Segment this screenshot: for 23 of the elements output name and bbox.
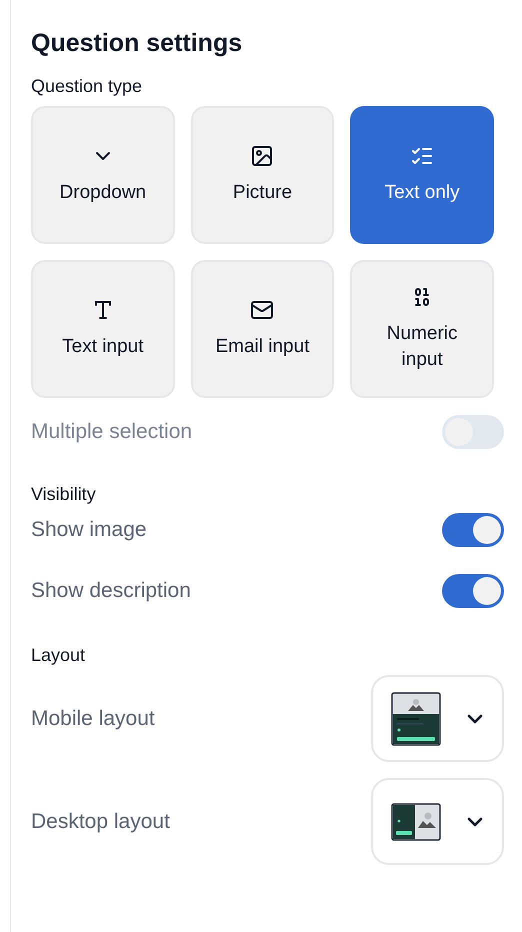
question-type-option[interactable]: Picture	[190, 106, 334, 244]
question-type-option[interactable]: Text input	[31, 260, 175, 398]
section-label: Question type	[31, 75, 144, 98]
setting-label: Show description	[31, 578, 191, 604]
toggle-switch[interactable]	[442, 513, 504, 547]
setting-label: Multiple selection	[31, 419, 192, 446]
setting-label: Desktop layout	[31, 808, 170, 835]
section-label: Layout	[31, 644, 86, 667]
setting-label: Show image	[31, 517, 147, 544]
image-icon	[250, 144, 274, 168]
question-type-option[interactable]: Dropdown	[31, 106, 175, 244]
layout-select[interactable]	[371, 778, 504, 865]
layout-preview-icon	[391, 802, 441, 840]
toggle-switch[interactable]	[442, 574, 504, 608]
question-type-option[interactable]: Email input	[190, 260, 334, 398]
envelope-icon	[250, 298, 274, 322]
layout-preview-icon	[391, 692, 441, 746]
setting-label: Mobile layout	[31, 706, 155, 732]
layout-select[interactable]	[371, 675, 504, 762]
panel-title: Question settings	[31, 28, 244, 59]
question-type-option[interactable]: Text only	[350, 106, 494, 244]
section-label: Visibility	[31, 483, 97, 506]
question-type-option[interactable]: Numeric input	[350, 260, 494, 398]
